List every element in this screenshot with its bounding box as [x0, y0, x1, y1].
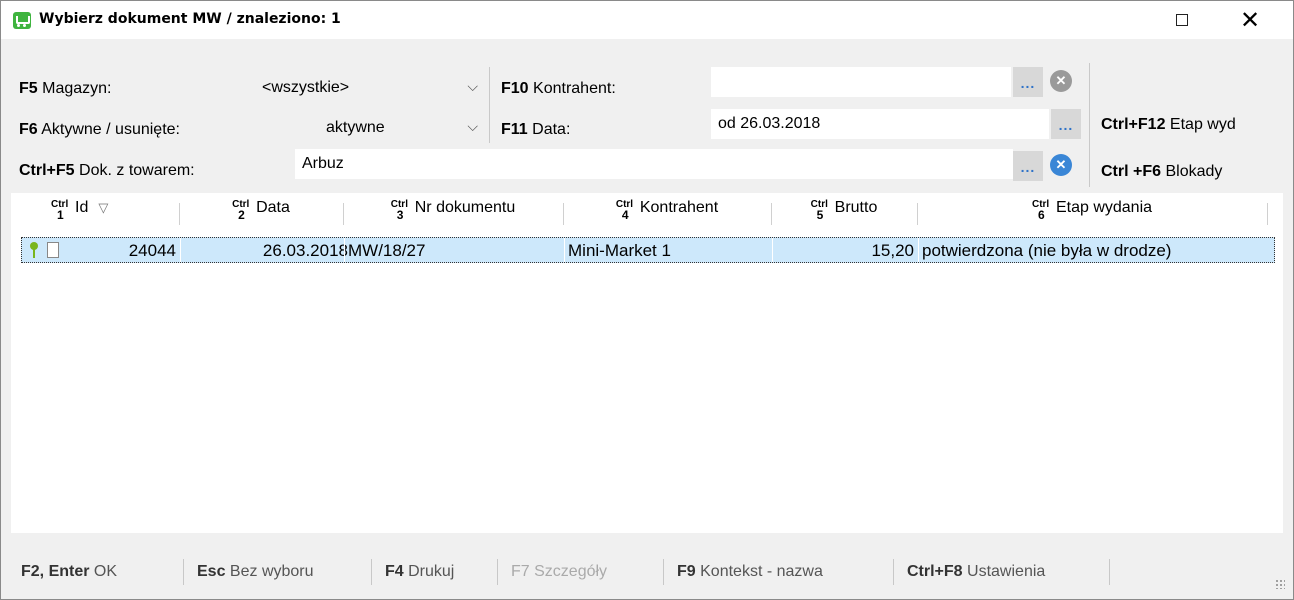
cell-nr-dokumentu: MW/18/27	[348, 241, 426, 260]
dok-z-towarem-clear-icon[interactable]: ✕	[1050, 154, 1072, 176]
close-button[interactable]: ✕	[1227, 1, 1273, 39]
divider	[183, 559, 184, 585]
kontrahent-field[interactable]	[711, 67, 1011, 97]
column-header-brutto[interactable]: Ctrl 5 Brutto	[773, 199, 915, 227]
column-header-etap-wydania[interactable]: Ctrl 6 Etap wydania	[919, 199, 1265, 227]
documents-table[interactable]: Ctrl 1 Id ▽ Ctrl 2 Data Ctrl 3 Nr dokumentu Ctr…	[11, 193, 1283, 533]
data-label: F11 Data:	[501, 121, 571, 138]
cell-divider	[344, 238, 345, 262]
column-header-kontrahent[interactable]: Ctrl 4 Kontrahent	[565, 199, 769, 227]
chevron-down-icon: ⌵	[467, 78, 478, 94]
filter-panel: F5 Magazyn: <wszystkie> ⌵ F6 Aktywne / u…	[11, 61, 1294, 187]
kontrahent-label: F10 Kontrahent:	[501, 80, 616, 97]
document-icon	[47, 242, 59, 258]
dialog-window: Wybierz dokument MW / znaleziono: 1 ✕ F5…	[0, 0, 1294, 600]
blokady-label: Ctrl +F6 Blokady	[1101, 163, 1223, 180]
column-divider	[563, 203, 564, 225]
drukuj-button[interactable]: F4 Drukuj	[385, 563, 454, 581]
cell-id: 24044	[128, 241, 176, 260]
bez-wyboru-button[interactable]: Esc Bez wyboru	[197, 563, 314, 581]
cell-divider	[564, 238, 565, 262]
shopping-cart-icon	[13, 12, 31, 29]
title-bar[interactable]: Wybierz dokument MW / znaleziono: 1 ✕	[1, 1, 1293, 39]
kontrahent-clear-icon[interactable]: ✕	[1050, 70, 1072, 92]
column-divider	[917, 203, 918, 225]
dok-z-towarem-field[interactable]: Arbuz	[295, 149, 1013, 179]
column-header-id[interactable]: Ctrl 1 Id ▽	[51, 199, 171, 227]
column-header-nr-dokumentu[interactable]: Ctrl 3 Nr dokumentu	[345, 199, 561, 227]
kontekst-nazwa-button[interactable]: F9 Kontekst - nazwa	[677, 563, 823, 581]
etap-label: Ctrl+F12 Etap wyd	[1101, 116, 1236, 133]
chevron-down-icon: ⌵	[467, 118, 478, 134]
resize-grip-icon[interactable]	[1275, 579, 1285, 589]
cell-data: 26.03.2018	[262, 241, 348, 260]
magazyn-value: <wszystkie>	[262, 79, 350, 96]
divider	[489, 67, 490, 143]
divider	[1089, 63, 1090, 187]
divider	[663, 559, 664, 585]
data-field[interactable]: od 26.03.2018	[711, 109, 1049, 139]
cell-etap: potwierdzona (nie była w drodze)	[922, 241, 1172, 260]
ok-button[interactable]: F2, Enter OK	[21, 563, 117, 581]
table-header: Ctrl 1 Id ▽ Ctrl 2 Data Ctrl 3 Nr dokumentu Ctr…	[11, 193, 1283, 233]
ustawienia-button[interactable]: Ctrl+F8 Ustawienia	[907, 563, 1045, 581]
column-divider	[1267, 203, 1268, 225]
cell-brutto: 15,20	[871, 241, 914, 260]
column-header-data[interactable]: Ctrl 2 Data	[181, 199, 341, 227]
maximize-button[interactable]	[1159, 1, 1205, 39]
divider	[1109, 559, 1110, 585]
maximize-icon	[1176, 14, 1188, 26]
data-browse-button[interactable]: ...	[1051, 109, 1081, 139]
cell-divider	[772, 238, 773, 262]
column-divider	[179, 203, 180, 225]
szczegoly-button[interactable]: F7 Szczegóły	[511, 563, 607, 581]
dok-z-towarem-browse-button[interactable]: ...	[1013, 151, 1043, 181]
magazyn-label: F5 Magazyn:	[19, 80, 112, 97]
cell-kontrahent: Mini-Market 1	[568, 241, 671, 260]
window-title: Wybierz dokument MW / znaleziono: 1	[39, 11, 341, 27]
kontrahent-browse-button[interactable]: ...	[1013, 67, 1043, 97]
column-divider	[771, 203, 772, 225]
divider	[371, 559, 372, 585]
aktywne-value: aktywne	[326, 119, 385, 136]
sort-descending-icon: ▽	[98, 200, 109, 215]
column-divider	[343, 203, 344, 225]
divider	[893, 559, 894, 585]
aktywne-label: F6 Aktywne / usunięte:	[19, 121, 180, 138]
key-icon	[30, 242, 38, 259]
dok-z-towarem-label: Ctrl+F5 Dok. z towarem:	[19, 162, 195, 179]
cell-divider	[918, 238, 919, 262]
magazyn-select[interactable]: <wszystkie> ⌵	[249, 73, 487, 103]
table-row[interactable]: 24044 26.03.2018 MW/18/27 Mini-Market 1 …	[21, 237, 1275, 263]
divider	[497, 559, 498, 585]
cell-divider	[180, 238, 181, 262]
status-bar: F2, Enter OK Esc Bez wyboru F4 Drukuj F7…	[1, 553, 1293, 593]
aktywne-select[interactable]: aktywne ⌵	[315, 113, 487, 143]
